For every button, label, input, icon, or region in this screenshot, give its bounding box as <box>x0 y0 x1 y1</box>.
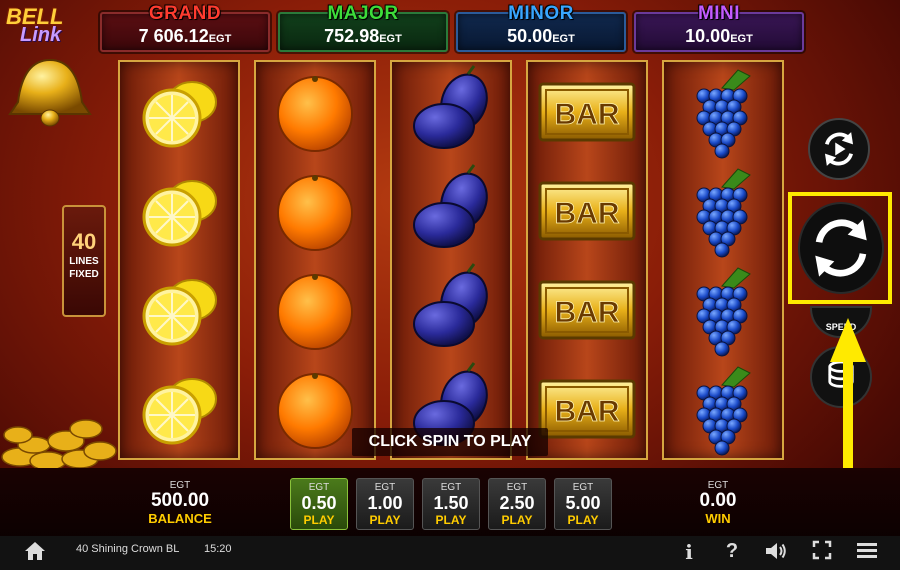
bar-symbol-icon: BAR <box>528 62 646 162</box>
jackpot-grand-label: GRAND <box>148 3 222 24</box>
info-button[interactable]: i <box>682 540 696 564</box>
orange-symbol-icon <box>256 161 374 261</box>
grapes-symbol-icon <box>664 161 782 261</box>
grapes-symbol-icon <box>664 62 782 162</box>
help-button[interactable]: ? <box>724 540 740 562</box>
lemon-symbol-icon <box>120 359 238 459</box>
bet-button-3[interactable]: EGT 1.50 PLAY <box>422 478 480 530</box>
jackpot-mini-value: 10.00EGT <box>685 26 753 46</box>
plum-symbol-icon <box>392 260 510 360</box>
bet-value: 1.00 <box>367 493 403 513</box>
bet-button-5[interactable]: EGT 5.00 PLAY <box>554 478 612 530</box>
bet-currency: EGT <box>374 482 396 493</box>
menu-button[interactable] <box>856 540 878 562</box>
autoplay-icon <box>824 132 854 166</box>
reel-3 <box>390 60 512 460</box>
bet-currency: EGT <box>308 482 330 493</box>
jackpot-mini: MINI 10.00EGT <box>634 3 804 52</box>
lemon-symbol-icon <box>120 161 238 261</box>
plum-symbol-icon <box>392 161 510 261</box>
bet-value: 1.50 <box>433 493 469 513</box>
jackpot-grand: GRAND 7 606.12EGT <box>100 3 270 52</box>
game-logo: BELL Link <box>6 4 76 60</box>
reel-4: BAR BAR BAR BAR <box>526 60 648 460</box>
lines-label-2: FIXED <box>69 269 99 280</box>
orange-symbol-icon <box>256 62 374 162</box>
lines-label-1: LINES <box>69 256 99 267</box>
jackpot-major-label: MAJOR <box>327 3 399 24</box>
reel-1 <box>118 60 240 460</box>
gold-coins-icon <box>0 405 120 475</box>
lemon-symbol-icon <box>120 260 238 360</box>
jackpot-minor-value: 50.00EGT <box>507 26 575 46</box>
svg-text:BAR: BAR <box>555 98 620 131</box>
home-button[interactable] <box>24 541 46 561</box>
bet-value: 5.00 <box>565 493 601 513</box>
svg-text:BAR: BAR <box>555 395 620 428</box>
fullscreen-button[interactable] <box>812 540 832 562</box>
jackpot-minor: MINOR 50.00EGT <box>456 3 626 52</box>
balance-display: EGT 500.00 BALANCE <box>130 480 230 526</box>
bet-label: PLAY <box>303 513 335 527</box>
bar-symbol-icon: BAR <box>528 161 646 261</box>
clock: 15:20 <box>204 543 232 555</box>
game-name: 40 Shining Crown BL <box>76 543 180 555</box>
click-spin-message: CLICK SPIN TO PLAY <box>352 428 548 456</box>
bet-label: PLAY <box>567 513 599 527</box>
bet-label: PLAY <box>501 513 533 527</box>
fullscreen-icon <box>812 540 832 560</box>
svg-text:BAR: BAR <box>555 197 620 230</box>
win-value: 0.00 <box>699 490 737 511</box>
reel-5 <box>662 60 784 460</box>
jackpot-minor-label: MINOR <box>508 3 574 24</box>
plum-symbol-icon <box>392 62 510 162</box>
hamburger-menu-icon <box>857 543 877 558</box>
home-icon <box>25 542 45 560</box>
logo-line-2: Link <box>20 24 62 46</box>
jackpot-grand-value: 7 606.12EGT <box>138 26 232 46</box>
bet-button-4[interactable]: EGT 2.50 PLAY <box>488 478 546 530</box>
grapes-symbol-icon <box>664 260 782 360</box>
jackpot-mini-label: MINI <box>697 3 741 24</box>
win-display: EGT 0.00 WIN <box>668 480 768 526</box>
balance-value: 500.00 <box>150 490 210 511</box>
bet-button-1[interactable]: EGT 0.50 PLAY <box>290 478 348 530</box>
reel-2 <box>254 60 376 460</box>
svg-text:BAR: BAR <box>555 296 620 329</box>
lines-count: 40 <box>71 229 97 254</box>
bet-value: 0.50 <box>301 493 337 513</box>
bell-icon <box>4 56 100 130</box>
bar-symbol-icon: BAR <box>528 260 646 360</box>
bet-currency: EGT <box>572 482 594 493</box>
bet-button-2[interactable]: EGT 1.00 PLAY <box>356 478 414 530</box>
jackpot-major-value: 752.98EGT <box>324 26 402 46</box>
spin-button-highlight <box>788 192 892 304</box>
balance-label: BALANCE <box>148 511 212 526</box>
bet-label: PLAY <box>369 513 401 527</box>
sound-button[interactable] <box>764 540 788 562</box>
bet-currency: EGT <box>506 482 528 493</box>
jackpot-major: MAJOR 752.98EGT <box>278 3 448 52</box>
speaker-icon <box>766 543 786 559</box>
bet-label: PLAY <box>435 513 467 527</box>
orange-symbol-icon <box>256 260 374 360</box>
grapes-symbol-icon <box>664 359 782 459</box>
autoplay-button[interactable] <box>808 118 870 180</box>
bet-currency: EGT <box>440 482 462 493</box>
win-label: WIN <box>705 511 731 526</box>
lemon-symbol-icon <box>120 62 238 162</box>
bet-value: 2.50 <box>499 493 535 513</box>
lines-fixed-badge: 40 LINES FIXED <box>62 205 106 317</box>
